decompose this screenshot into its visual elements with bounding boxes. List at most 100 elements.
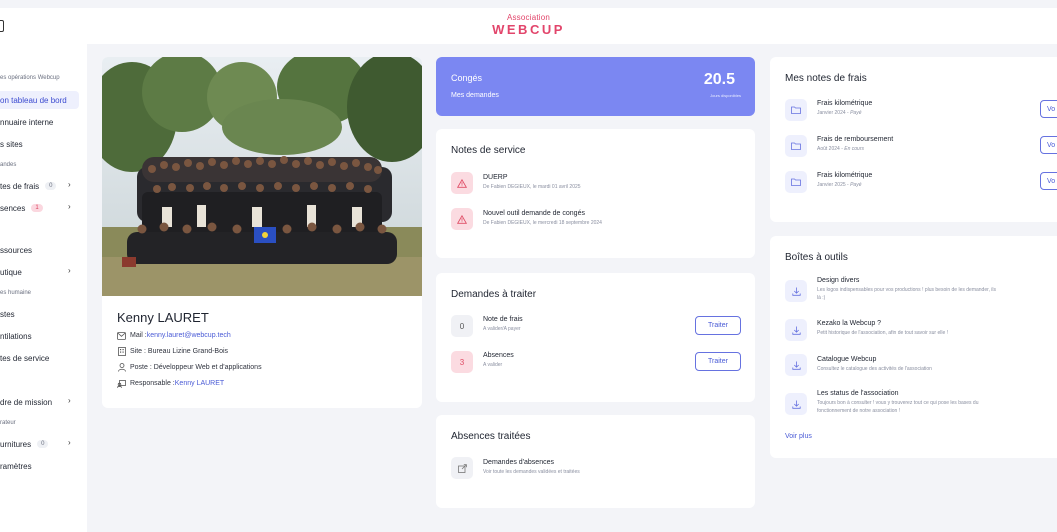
folder-icon xyxy=(785,135,807,157)
chevron-right-icon: › xyxy=(68,396,71,405)
note-frais-title: Frais kilométrique xyxy=(817,100,873,107)
profile-card: Kenny LAURET Mail : kenny.lauret@webcup.… xyxy=(102,57,422,408)
conges-title: Congés xyxy=(451,73,483,83)
sidebar: es opérations Webcup on tableau de bord … xyxy=(0,44,87,532)
notes-service-title: Notes de service xyxy=(451,145,526,156)
profile-mail: Mail : kenny.lauret@webcup.tech xyxy=(117,331,231,340)
outil-title[interactable]: Kezako la Webcup ? xyxy=(817,320,881,327)
mail-icon xyxy=(117,331,126,340)
note-frais-meta: Août 2024 - En cours xyxy=(817,146,864,152)
voir-note-frais-button[interactable]: Vo xyxy=(1040,172,1057,190)
profile-responsable: Responsable : Kenny LAURET xyxy=(117,379,224,388)
note-service-subtitle: De Fabien DEGIEUX, le mardi 01 avril 202… xyxy=(483,184,581,190)
note-frais-meta: Janvier 2024 - Payé xyxy=(817,110,862,116)
sidebar-item-postes[interactable]: stes xyxy=(0,307,15,321)
download-icon[interactable] xyxy=(785,319,807,341)
chevron-right-icon: › xyxy=(68,180,71,189)
demandes-title: Demandes à traiter xyxy=(451,289,537,300)
conges-card[interactable]: Congés Mes demandes 20.5 Jours disponibl… xyxy=(436,57,755,116)
notes-frais-card: Mes notes de frais Frais kilométrique Ja… xyxy=(770,57,1057,222)
note-frais-title: Frais de remboursement xyxy=(817,136,894,143)
outil-title[interactable]: Design divers xyxy=(817,277,859,284)
absences-traitees-title: Absences traitées xyxy=(451,431,531,442)
sidebar-item-parametres[interactable]: ramètres xyxy=(0,459,32,473)
warning-icon xyxy=(451,172,473,194)
chevron-right-icon: › xyxy=(68,266,71,275)
note-service-title[interactable]: DUERP xyxy=(483,174,508,181)
conges-days-value: 20.5 xyxy=(703,71,735,88)
demandes-card: Demandes à traiter 0 Note de frais A val… xyxy=(436,273,755,402)
outil-title[interactable]: Les status de l'association xyxy=(817,390,899,397)
boites-outils-card: Boîtes à outils Design divers Les logos … xyxy=(770,236,1057,458)
conges-subtitle: Mes demandes xyxy=(451,92,499,99)
sidebar-section-ressources-humaine: es humaine xyxy=(0,290,32,296)
note-frais-meta: Janvier 2025 - Payé xyxy=(817,182,862,188)
note-service-subtitle: De Fabien DEGIEUX, le mercredi 18 septem… xyxy=(483,220,602,226)
profile-poste: Poste : Développeur Web et d'application… xyxy=(117,363,262,372)
team-group-photo xyxy=(102,57,422,296)
outil-description: là :) xyxy=(817,295,826,301)
profile-responsable-link[interactable]: Kenny LAURET xyxy=(175,380,224,387)
absences-count: 3 xyxy=(451,351,473,373)
demande-subtitle: A valider/A payer xyxy=(483,326,521,332)
folder-icon xyxy=(785,99,807,121)
logo-line-1: Association xyxy=(506,13,551,22)
outil-title[interactable]: Catalogue Webcup xyxy=(817,356,876,363)
demande-subtitle: A valider xyxy=(483,362,503,368)
sidebar-section-operations: es opérations Webcup xyxy=(0,75,60,81)
sidebar-item-boutique[interactable]: utique xyxy=(0,265,22,279)
traiter-absences-button[interactable]: Traiter xyxy=(695,352,741,371)
sidebar-item-notes-de-service[interactable]: tes de service xyxy=(0,351,49,365)
note-frais-status: Payé xyxy=(850,182,862,188)
fournitures-count-badge: 0 xyxy=(37,440,49,448)
webcup-logo[interactable]: Association WEBCUP xyxy=(0,13,1057,37)
download-icon[interactable] xyxy=(785,393,807,415)
conges-days-label: Jours disponibles xyxy=(710,93,741,98)
sidebar-item-sites[interactable]: s sites xyxy=(0,137,23,151)
download-icon[interactable] xyxy=(785,354,807,376)
note-frais-status: En cours xyxy=(844,146,864,152)
sidebar-section-demandes: andes xyxy=(0,162,17,168)
logo-line-2: WEBCUP xyxy=(492,22,565,37)
group-photo-image xyxy=(102,57,422,296)
user-icon xyxy=(117,363,126,372)
absences-traitees-card: Absences traitées Demandes d'absences Vo… xyxy=(436,415,755,508)
outil-description: Consultez le catalogue des activités de … xyxy=(817,366,932,372)
profile-mail-link[interactable]: kenny.lauret@webcup.tech xyxy=(147,332,231,339)
sidebar-item-dashboard[interactable]: on tableau de bord xyxy=(0,93,67,107)
voir-note-frais-button[interactable]: Vo xyxy=(1040,100,1057,118)
outil-description: Les logos indispensables pour vos produc… xyxy=(817,287,996,293)
demande-title: Note de frais xyxy=(483,316,523,323)
building-icon xyxy=(117,347,126,356)
notes-frais-title: Mes notes de frais xyxy=(785,73,867,84)
voir-plus-link[interactable]: Voir plus xyxy=(785,433,812,440)
sidebar-item-ordre-de-mission[interactable]: dre de mission xyxy=(0,395,52,409)
outil-description: Petit historique de l'association, afin … xyxy=(817,330,949,336)
sidebar-item-ressources[interactable]: ssources xyxy=(0,243,32,257)
outil-description: fonctionnement de notre association ! xyxy=(817,408,901,414)
note-frais-status: Payé xyxy=(850,110,862,116)
note-frais-title: Frais kilométrique xyxy=(817,172,873,179)
outil-description: Toujours bon à consulter ! vous y trouve… xyxy=(817,400,979,406)
sidebar-item-ventilations[interactable]: ntilations xyxy=(0,329,32,343)
sidebar-item-absences[interactable]: sences 1 xyxy=(0,201,43,215)
sidebar-item-notes-de-frais[interactable]: tes de frais 0 xyxy=(0,179,57,193)
traiter-notes-button[interactable]: Traiter xyxy=(695,316,741,335)
external-link-icon xyxy=(451,457,473,479)
demandes-absences-link[interactable]: Demandes d'absences xyxy=(483,459,554,466)
warning-icon xyxy=(451,208,473,230)
sidebar-item-annuaire[interactable]: nnuaire interne xyxy=(0,115,53,129)
note-frais-count: 0 xyxy=(451,315,473,337)
top-bar: Association WEBCUP xyxy=(0,8,1057,44)
chevron-right-icon: › xyxy=(68,438,71,447)
profile-name: Kenny LAURET xyxy=(117,310,209,325)
note-service-title[interactable]: Nouvel outil demande de congés xyxy=(483,210,585,217)
folder-icon xyxy=(785,171,807,193)
demandes-absences-subtitle: Voir toute les demandes validées et trai… xyxy=(483,469,580,475)
download-icon[interactable] xyxy=(785,280,807,302)
sidebar-item-fournitures[interactable]: urnitures 0 xyxy=(0,437,49,451)
voir-note-frais-button[interactable]: Vo xyxy=(1040,136,1057,154)
demande-title: Absences xyxy=(483,352,514,359)
notes-service-card: Notes de service DUERP De Fabien DEGIEUX… xyxy=(436,129,755,258)
chevron-right-icon: › xyxy=(68,202,71,211)
